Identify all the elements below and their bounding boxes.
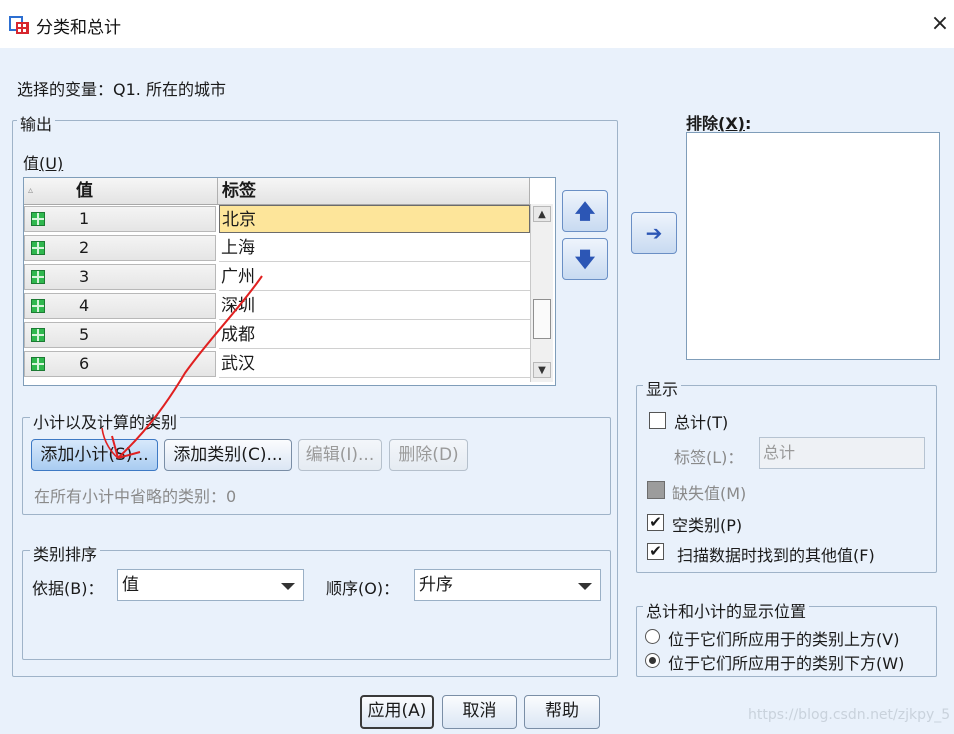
exclude-label: 排除(X): — [686, 114, 752, 133]
position-above-label: 位于它们所应用于的类别上方(V) — [668, 630, 900, 649]
red-arrow-annotation — [101, 275, 263, 459]
label-cell[interactable]: 上海 — [219, 234, 530, 262]
sort-order-label: 顺序(O)： — [326, 579, 400, 598]
arrow-right-icon: ➔ — [645, 221, 663, 245]
total-text-label: 标签(L)： — [674, 448, 744, 467]
grid-scrollbar[interactable]: ▲ ▼ — [530, 204, 553, 382]
category-icon — [31, 357, 45, 371]
table-row[interactable]: 2 上海 — [24, 234, 530, 262]
value-cell: 1 — [24, 206, 216, 232]
category-icon — [31, 328, 45, 342]
grid-header-value[interactable]: ▵ 值 — [24, 178, 218, 204]
arrow-down-icon: 🡇 — [574, 247, 596, 271]
category-icon — [31, 299, 45, 313]
omitted-categories-text: 在所有小计中省略的类别：0 — [34, 487, 237, 506]
missing-values-checkbox[interactable] — [647, 481, 665, 499]
sort-by-label: 依据(B)： — [32, 579, 104, 598]
missing-values-label: 缺失值(M) — [672, 484, 747, 503]
display-legend: 显示 — [643, 376, 682, 400]
watermark: https://blog.csdn.net/zjkpy_5 — [748, 707, 951, 723]
sort-order-dropdown[interactable]: 升序 — [414, 569, 601, 601]
total-checkbox[interactable] — [649, 412, 666, 429]
sort-by-dropdown[interactable]: 值 — [117, 569, 304, 601]
sort-group — [22, 550, 611, 660]
table-row[interactable]: 1 北京 — [24, 205, 530, 233]
label-cell[interactable]: 北京 — [219, 205, 530, 233]
value-cell: 2 — [24, 235, 216, 261]
help-button[interactable]: 帮助 — [524, 695, 600, 729]
move-up-button[interactable]: 🡅 — [562, 190, 608, 232]
apply-button[interactable]: 应用(A) — [360, 695, 434, 729]
scroll-down-icon[interactable]: ▼ — [533, 362, 551, 378]
edit-button[interactable]: 编辑(I)... — [298, 439, 382, 471]
arrow-up-icon: 🡅 — [574, 199, 596, 223]
move-down-button[interactable]: 🡇 — [562, 238, 608, 280]
delete-button[interactable]: 删除(D) — [389, 439, 468, 471]
scroll-up-icon[interactable]: ▲ — [533, 206, 551, 222]
position-legend: 总计和小计的显示位置 — [643, 598, 810, 622]
output-legend: 输出 — [17, 111, 56, 135]
spss-table-icon — [8, 13, 30, 35]
title-bar — [0, 0, 954, 48]
other-values-checkbox[interactable]: ✔ — [647, 543, 664, 560]
category-icon — [31, 212, 45, 226]
total-label: 总计(T) — [674, 413, 729, 432]
other-values-label: 扫描数据时找到的其他值(F) — [677, 546, 875, 565]
scroll-thumb[interactable] — [533, 299, 551, 339]
category-icon — [31, 270, 45, 284]
chevron-down-icon — [578, 583, 592, 590]
sort-legend: 类别排序 — [30, 541, 101, 565]
exclude-listbox[interactable] — [686, 132, 940, 360]
exclude-move-button[interactable]: ➔ — [631, 212, 677, 254]
grid-header: ▵ 值 标签 — [24, 178, 530, 205]
empty-categories-label: 空类别(P) — [672, 516, 743, 535]
values-label: 值(U) — [23, 154, 64, 173]
cancel-button[interactable]: 取消 — [442, 695, 517, 729]
chevron-down-icon — [281, 583, 295, 590]
empty-categories-checkbox[interactable]: ✔ — [647, 514, 664, 531]
position-above-radio[interactable] — [645, 629, 660, 644]
window-title: 分类和总计 — [36, 18, 121, 38]
category-icon — [31, 241, 45, 255]
position-below-radio[interactable] — [645, 653, 660, 668]
close-icon[interactable]: × — [926, 8, 954, 40]
total-label-input[interactable]: 总计 — [759, 437, 925, 469]
selected-variable-label: 选择的变量：Q1. 所在的城市 — [17, 80, 226, 99]
sort-indicator-icon: ▵ — [28, 185, 34, 196]
grid-header-label[interactable]: 标签 — [218, 178, 530, 204]
position-below-label: 位于它们所应用于的类别下方(W) — [668, 654, 905, 673]
